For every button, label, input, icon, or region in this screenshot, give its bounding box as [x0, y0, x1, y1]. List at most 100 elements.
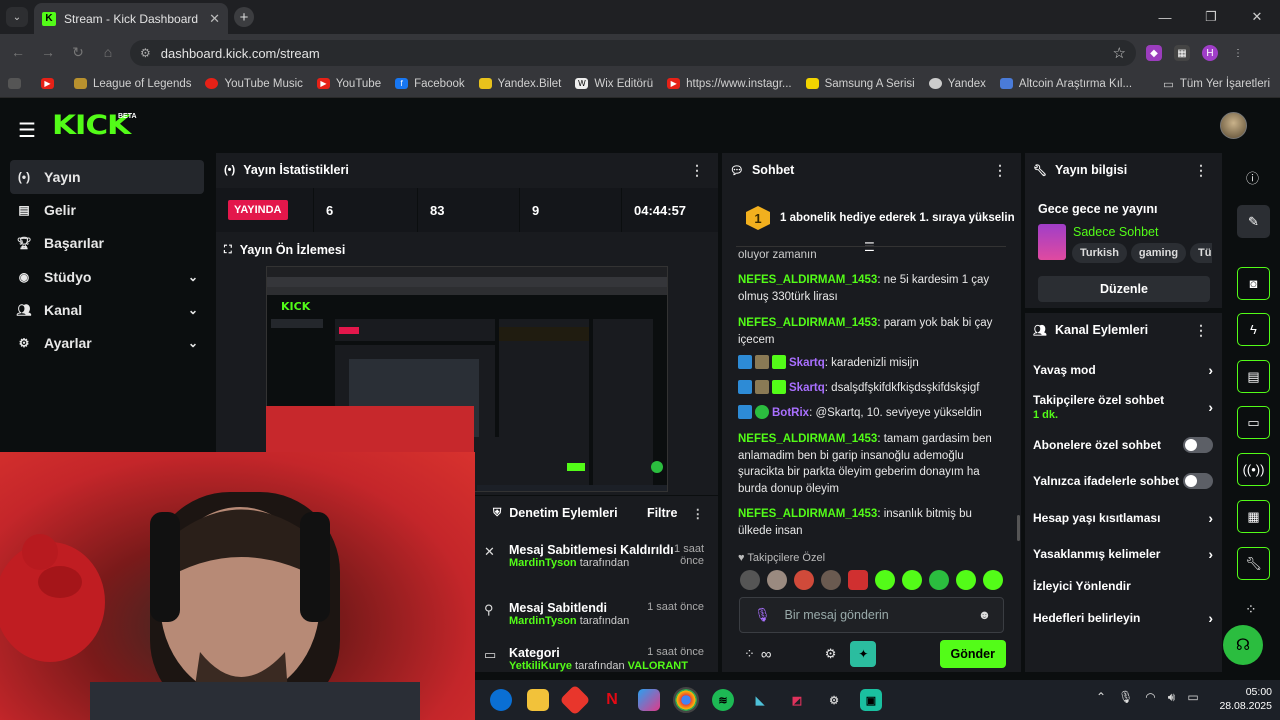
- forward-icon[interactable]: →: [36, 44, 60, 60]
- layout-icon[interactable]: ▦: [1237, 500, 1270, 533]
- more-options-icon[interactable]: ⋮: [690, 162, 704, 179]
- camera-icon[interactable]: ◙: [1237, 267, 1270, 300]
- banned-words-row[interactable]: Yasaklanmış kelimeler ›: [1033, 546, 1213, 562]
- home-icon[interactable]: ⌂: [96, 44, 120, 60]
- edit-stream-button[interactable]: Düzenle: [1038, 276, 1210, 302]
- tag[interactable]: Türk: [1190, 243, 1212, 263]
- sidebar-item-studyo[interactable]: ◉ Stüdyo ⌄: [10, 260, 204, 294]
- file-explorer-icon[interactable]: [527, 689, 549, 711]
- bookmark-facebook[interactable]: f Facebook: [395, 78, 465, 90]
- notes-icon[interactable]: ▤: [1237, 360, 1270, 393]
- app-icon[interactable]: [559, 684, 591, 716]
- clock[interactable]: 05:00 28.08.2025: [1219, 685, 1272, 713]
- bookmark-yandex[interactable]: Yandex: [928, 78, 986, 90]
- bookmark-samsung[interactable]: Samsung A Serisi: [805, 78, 915, 90]
- edge-icon[interactable]: [490, 689, 512, 711]
- send-button[interactable]: Gönder: [939, 640, 1006, 668]
- emote-icon[interactable]: [848, 570, 868, 590]
- emote-icon[interactable]: [875, 570, 895, 590]
- app-icon[interactable]: ◩: [786, 689, 808, 711]
- chat-bubble-icon[interactable]: ▭: [1237, 406, 1270, 439]
- mod-user-link[interactable]: MardinTyson: [509, 615, 577, 627]
- netflix-icon[interactable]: N: [601, 689, 623, 711]
- emote-only-toggle[interactable]: [1183, 473, 1213, 489]
- chevron-up-icon[interactable]: ⌃: [1096, 690, 1106, 705]
- tab-search-icon[interactable]: ⌄: [6, 7, 28, 27]
- dots-icon[interactable]: ⁘: [1245, 601, 1257, 618]
- volume-icon[interactable]: 🔊︎: [1168, 690, 1176, 705]
- extension-icon[interactable]: ◆: [1146, 45, 1162, 61]
- bookmark-altcoin[interactable]: Altcoin Araştırma Kıl...: [999, 78, 1132, 90]
- bookmark-instagram[interactable]: ▶ https://www.instagr...: [667, 78, 792, 90]
- tag[interactable]: gaming: [1130, 243, 1187, 263]
- site-info-icon[interactable]: ⚙: [140, 46, 151, 60]
- close-tab-icon[interactable]: ✕: [209, 11, 220, 27]
- back-icon[interactable]: ←: [6, 44, 30, 60]
- bookmark-league[interactable]: League of Legends: [74, 78, 191, 90]
- gift-leaderboard-banner[interactable]: 1 1 abonelik hediye ederek 1. sıraya yük…: [722, 190, 1021, 246]
- infinity-icon[interactable]: ∞: [761, 646, 772, 663]
- chrome-icon[interactable]: [673, 687, 699, 713]
- new-tab-button[interactable]: +: [234, 7, 254, 27]
- close-window-icon[interactable]: ✕: [1234, 0, 1280, 34]
- minimize-icon[interactable]: —: [1142, 0, 1188, 34]
- sidebar-item-yayin[interactable]: (•) Yayın: [10, 160, 204, 194]
- app-icon[interactable]: ▣: [860, 689, 882, 711]
- app-icon[interactable]: ◣: [749, 689, 771, 711]
- address-bar[interactable]: ⚙ dashboard.kick.com/stream ☆: [130, 40, 1136, 66]
- profile-avatar[interactable]: H: [1202, 45, 1218, 61]
- more-options-icon[interactable]: ⋮: [1194, 322, 1208, 339]
- viewer-redirect-row[interactable]: İzleyici Yönlendir: [1033, 579, 1213, 593]
- all-bookmarks[interactable]: ▭ Tüm Yer İşaretleri: [1163, 70, 1270, 98]
- quick-emote-icon[interactable]: ✦: [850, 641, 877, 667]
- bookmark-ytmusic[interactable]: YouTube Music: [205, 78, 303, 90]
- followers-only-chat-row[interactable]: Takipçilere özel sohbet 1 dk. ›: [1033, 393, 1213, 421]
- more-options-icon[interactable]: ⋮: [1194, 162, 1208, 179]
- filter-button[interactable]: Filtre: [647, 506, 678, 520]
- sidebar-item-gelir[interactable]: ▤ Gelir: [10, 193, 204, 227]
- browser-tab[interactable]: K Stream - Kick Dashboard ✕: [34, 3, 228, 34]
- subscribers-only-toggle[interactable]: [1183, 437, 1213, 453]
- bookmark-yandex-bilet[interactable]: Yandex.Bilet: [478, 78, 561, 90]
- sidebar-item-ayarlar[interactable]: ⚙ Ayarlar ⌄: [10, 326, 204, 360]
- reload-icon[interactable]: ↻: [66, 44, 90, 61]
- support-chat-icon[interactable]: ☊: [1223, 625, 1263, 665]
- edit-pencil-icon[interactable]: ✎: [1237, 205, 1270, 238]
- more-options-icon[interactable]: ⋮: [692, 506, 705, 521]
- spotify-icon[interactable]: ≋: [712, 689, 734, 711]
- bookmark-youtube[interactable]: ▶ YouTube: [316, 78, 381, 90]
- emote-icon[interactable]: [983, 570, 1003, 590]
- sidebar-item-kanal[interactable]: 👥︎ Kanal ⌄: [10, 293, 204, 327]
- mod-user-link[interactable]: YetkiliKurye: [509, 660, 572, 672]
- microphone-icon[interactable]: 🎙︎: [754, 607, 771, 623]
- category-link[interactable]: Sadece Sohbet: [1073, 225, 1159, 239]
- broadcast-icon[interactable]: ((•)): [1237, 453, 1270, 486]
- browser-menu-icon[interactable]: ⋮: [1230, 45, 1246, 61]
- steam-icon[interactable]: ⚙: [823, 689, 845, 711]
- emote-icon[interactable]: [740, 570, 760, 590]
- user-avatar[interactable]: [1220, 112, 1247, 139]
- more-options-icon[interactable]: ⋮: [993, 162, 1007, 179]
- battery-icon[interactable]: ▭: [1187, 690, 1198, 705]
- wrench-icon[interactable]: 🔧︎: [1237, 547, 1270, 580]
- info-icon[interactable]: ⓘ: [1246, 168, 1259, 187]
- emote-icon[interactable]: [902, 570, 922, 590]
- set-goals-row[interactable]: Hedefleri belirleyin ›: [1033, 610, 1213, 626]
- wifi-icon[interactable]: ◠: [1145, 690, 1155, 705]
- emoji-picker-icon[interactable]: ☻: [978, 608, 991, 622]
- bookmark-wix[interactable]: W Wix Editörü: [575, 78, 653, 90]
- bookmark-star-icon[interactable]: ☆: [1113, 44, 1126, 62]
- chat-scrollbar[interactable]: [1017, 515, 1020, 541]
- hamburger-menu-icon[interactable]: ☰: [18, 118, 36, 143]
- emote-icon[interactable]: [956, 570, 976, 590]
- sidebar-item-basarilar[interactable]: 🏆︎ Başarılar: [10, 226, 204, 260]
- mod-user-link[interactable]: MardinTyson: [509, 557, 577, 569]
- chat-input[interactable]: 🎙︎ Bir mesaj gönderin ☻: [739, 597, 1004, 633]
- slow-mode-row[interactable]: Yavaş mod ›: [1033, 362, 1213, 378]
- tag[interactable]: Turkish: [1072, 243, 1127, 263]
- copilot-icon[interactable]: [638, 689, 660, 711]
- lightning-icon[interactable]: ϟ: [1237, 313, 1270, 346]
- microphone-icon[interactable]: 🎙︎: [1118, 690, 1133, 705]
- emote-icon[interactable]: [821, 570, 841, 590]
- extensions-puzzle-icon[interactable]: ▦: [1174, 45, 1190, 61]
